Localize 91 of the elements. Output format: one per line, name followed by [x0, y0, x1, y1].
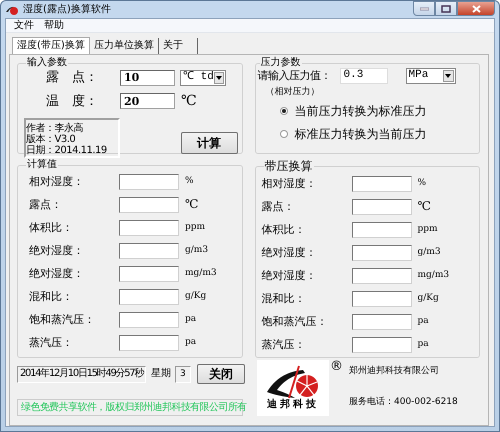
group-title: 带压换算 — [264, 160, 314, 172]
unit-label: % — [418, 178, 426, 189]
weekday-label: 星期 — [151, 368, 172, 380]
pressure-label: 请输入压力值： — [258, 69, 332, 83]
unit-label: ℃ — [418, 199, 431, 214]
field-label: 露点： — [262, 200, 296, 214]
service-phone: 服务电话：400-002-6218 — [349, 396, 458, 408]
unit-label: ppm — [185, 222, 206, 233]
field-label: 饱和蒸汽压： — [29, 312, 96, 326]
maximize-icon — [441, 4, 451, 12]
result-field[interactable] — [352, 314, 412, 330]
company-name: 郑州迪邦科技有限公司 — [349, 366, 440, 377]
field-label: 绝对湿度： — [262, 246, 318, 260]
unit-label: mg/m3 — [418, 270, 450, 281]
radio-label[interactable]: 当前压力转换为标准压力 — [294, 104, 427, 118]
field-label: 饱和蒸汽压： — [262, 314, 328, 328]
result-field[interactable] — [352, 222, 412, 238]
info-text: 版本：V3.0 — [26, 134, 76, 145]
group-title: 输入参数 — [26, 58, 68, 68]
maximize-button[interactable] — [435, 1, 457, 16]
pressure-field[interactable]: 0.3 — [340, 68, 388, 84]
unit-label: ppm — [418, 224, 438, 235]
value-field[interactable]: 10 — [120, 70, 175, 86]
unit-label: % — [185, 176, 194, 187]
field-label: 绝对湿度： — [29, 244, 85, 258]
unit-dropdown[interactable]: ℃ td — [180, 70, 226, 86]
unit-label: g/m3 — [185, 245, 208, 256]
field-label: 绝对湿度： — [262, 268, 318, 282]
result-field[interactable] — [119, 266, 179, 282]
unit-label: mg/m3 — [185, 268, 217, 279]
tab[interactable]: 关于 — [158, 38, 198, 54]
radio-button[interactable] — [280, 106, 288, 115]
unit-label: g/Kg — [185, 291, 206, 302]
field-label: 相对湿度： — [262, 176, 318, 190]
result-field[interactable] — [352, 336, 412, 352]
result-field[interactable] — [119, 220, 179, 236]
field-label: 绝对湿度： — [29, 266, 85, 280]
info-text: 作者：李永高 — [26, 122, 84, 134]
menu-item[interactable]: 帮助 — [44, 20, 64, 32]
result-field[interactable] — [119, 312, 179, 328]
minimize-icon — [420, 6, 428, 10]
field-label: 混和比： — [262, 292, 306, 306]
company-logo-icon — [265, 364, 321, 400]
field-label: 蒸汽压： — [29, 336, 74, 350]
unit-label: pa — [185, 314, 196, 325]
pressure-note: （相对压力） — [266, 87, 320, 98]
unit-label: pa — [418, 339, 429, 350]
field-label: 相对湿度： — [29, 174, 85, 188]
menu-item[interactable]: 文件 — [14, 20, 34, 32]
field-label: 露 点： — [45, 70, 99, 86]
unit-label: ℃ — [185, 197, 198, 212]
field-label: 露点： — [29, 198, 63, 212]
registered-mark: ® — [330, 360, 343, 373]
result-field[interactable] — [352, 244, 412, 260]
group-title: 计算值 — [26, 160, 58, 170]
field-label: 蒸汽压： — [262, 338, 306, 352]
radio-button[interactable] — [280, 130, 288, 138]
tab[interactable]: 湿度(带压)换算 — [12, 37, 90, 54]
result-field[interactable] — [119, 174, 179, 190]
unit-label: ℃ — [181, 93, 197, 110]
tab[interactable]: 压力单位换算 — [90, 38, 159, 54]
result-field[interactable] — [119, 242, 179, 258]
datetime-field: 2014年12月10日15时49分57秒 — [17, 366, 146, 382]
result-field[interactable] — [352, 290, 412, 306]
result-field[interactable] — [352, 198, 412, 214]
result-field[interactable] — [119, 288, 179, 304]
close-button[interactable] — [457, 1, 495, 16]
close-app-button[interactable]: 关闭 — [196, 364, 245, 384]
value-field[interactable]: 20 — [120, 93, 175, 110]
radio-label[interactable]: 标准压力转换为当前压力 — [294, 127, 427, 142]
unit-dropdown[interactable]: MPa — [406, 68, 456, 84]
unit-label: g/Kg — [418, 293, 439, 304]
calculate-button[interactable]: 计算 — [180, 132, 238, 154]
field-label: 体积比： — [29, 220, 74, 234]
result-field[interactable] — [119, 196, 179, 212]
info-text: 日期：2014.11.19 — [26, 144, 108, 156]
result-field[interactable] — [352, 268, 412, 284]
result-field[interactable] — [352, 176, 412, 192]
field-label: 混和比： — [29, 290, 74, 304]
unit-label: g/m3 — [418, 247, 441, 258]
unit-label: pa — [185, 337, 196, 348]
field-label: 体积比： — [262, 222, 306, 236]
close-icon — [472, 4, 480, 12]
unit-label: pa — [418, 316, 429, 327]
minimize-button[interactable] — [413, 1, 435, 16]
result-field[interactable] — [119, 334, 179, 350]
group-title: 压力参数 — [260, 58, 302, 68]
window-title: 湿度(露点)换算软件 — [23, 4, 111, 16]
weekday-field: 3 — [175, 366, 191, 382]
field-label: 温 度： — [45, 94, 99, 110]
logo-text: 迪邦科技 — [267, 400, 319, 410]
